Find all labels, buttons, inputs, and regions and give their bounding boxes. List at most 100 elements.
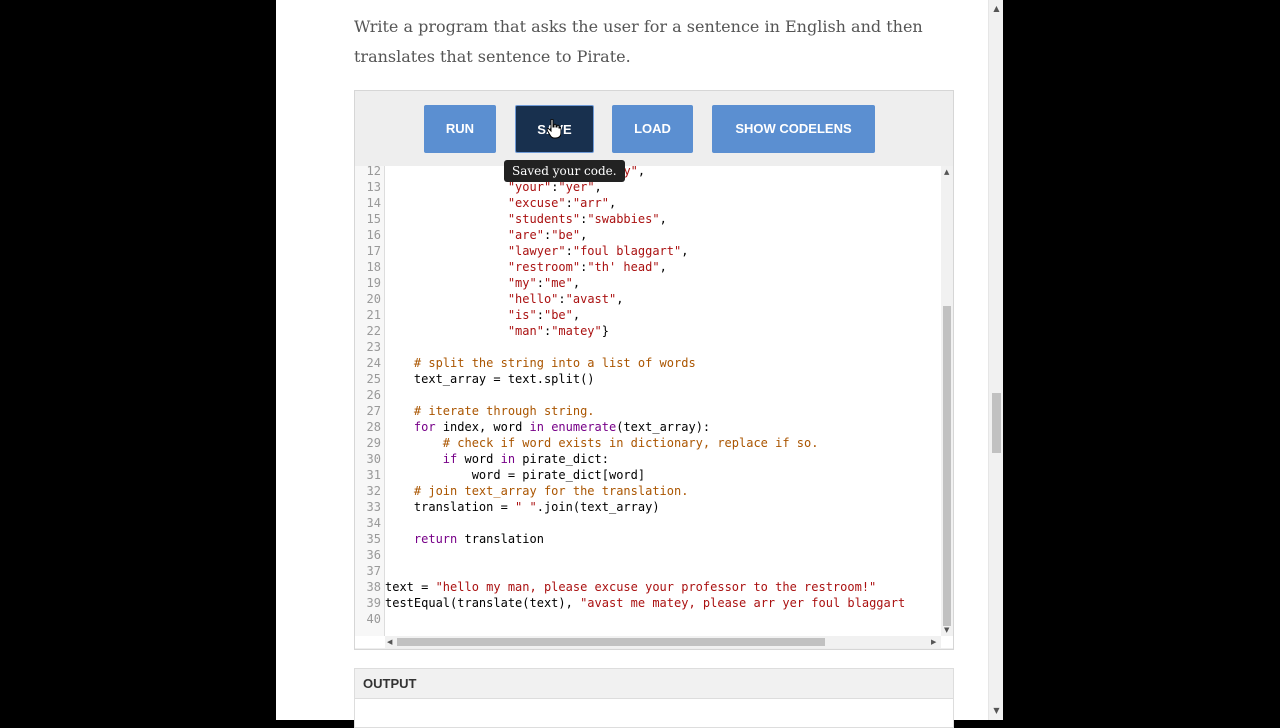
code-line[interactable]: 39 testEqual(translate(text), "avast me m… bbox=[355, 595, 941, 611]
activecode-widget: RUN SAVE LOAD SHOW CODELENS Saved your c… bbox=[354, 90, 954, 650]
code-text: "man":"matey"} bbox=[507, 324, 609, 338]
code-line[interactable]: 31 word = pirate_dict[word] bbox=[355, 467, 941, 483]
page-scroll-thumb[interactable] bbox=[992, 393, 1001, 453]
code-line[interactable]: 36 bbox=[355, 547, 941, 563]
line-number: 28 bbox=[366, 420, 381, 434]
line-number: 25 bbox=[366, 372, 381, 386]
code-line[interactable]: 22 "man":"matey"} bbox=[355, 323, 941, 339]
line-number: 16 bbox=[366, 228, 381, 242]
line-number: 40 bbox=[366, 612, 381, 626]
code-line[interactable]: 26 bbox=[355, 387, 941, 403]
show-codelens-button[interactable]: SHOW CODELENS bbox=[712, 105, 875, 153]
code-line[interactable]: 29 # check if word exists in dictionary,… bbox=[355, 435, 941, 451]
page-scrollbar[interactable]: ▲ ▼ bbox=[988, 0, 1003, 720]
code-line[interactable]: 14 "excuse":"arr", bbox=[355, 195, 941, 211]
line-number: 26 bbox=[366, 388, 381, 402]
horizontal-scroll-thumb[interactable] bbox=[397, 638, 825, 646]
line-number: 29 bbox=[366, 436, 381, 450]
page-scroll-down-icon[interactable]: ▼ bbox=[989, 704, 1004, 718]
output-panel: OUTPUT bbox=[354, 668, 954, 728]
line-number: 18 bbox=[366, 260, 381, 274]
code-line[interactable]: 15 "students":"swabbies", bbox=[355, 211, 941, 227]
code-text: text = "hello my man, please excuse your… bbox=[385, 580, 877, 594]
code-text: word = pirate_dict[word] bbox=[385, 468, 646, 482]
code-text: "students":"swabbies", bbox=[507, 212, 667, 226]
code-line[interactable]: 12 "student":"galley", bbox=[355, 166, 941, 179]
code-text: "excuse":"arr", bbox=[507, 196, 617, 210]
page-scroll-up-icon[interactable]: ▲ bbox=[989, 2, 1004, 16]
code-editor[interactable]: 12 "student":"galley",13 "your":"yer",14… bbox=[355, 166, 953, 648]
line-number: 34 bbox=[366, 516, 381, 530]
line-number: 15 bbox=[366, 212, 381, 226]
editor-vertical-scrollbar[interactable]: ▲ ▼ bbox=[941, 166, 953, 636]
code-text: # check if word exists in dictionary, re… bbox=[442, 436, 819, 450]
code-line[interactable]: 25 text_array = text.split() bbox=[355, 371, 941, 387]
save-tooltip: Saved your code. bbox=[504, 160, 625, 182]
line-number: 21 bbox=[366, 308, 381, 322]
code-text: if word in pirate_dict: bbox=[442, 452, 609, 466]
line-number: 17 bbox=[366, 244, 381, 258]
hand-pointer-icon bbox=[547, 119, 561, 139]
line-number: 32 bbox=[366, 484, 381, 498]
code-line[interactable]: 18 "restroom":"th' head", bbox=[355, 259, 941, 275]
load-button[interactable]: LOAD bbox=[612, 105, 693, 153]
code-text: return translation bbox=[413, 532, 544, 546]
code-text: testEqual(translate(text), "avast me mat… bbox=[385, 596, 906, 610]
code-text: # join text_array for the translation. bbox=[413, 484, 689, 498]
line-number: 31 bbox=[366, 468, 381, 482]
code-text: # split the string into a list of words bbox=[413, 356, 696, 370]
code-text: "are":"be", bbox=[507, 228, 588, 242]
line-number: 20 bbox=[366, 292, 381, 306]
line-number: 22 bbox=[366, 324, 381, 338]
scroll-right-icon[interactable]: ▶ bbox=[931, 638, 936, 646]
run-button[interactable]: RUN bbox=[424, 105, 496, 153]
code-text: "hello":"avast", bbox=[507, 292, 624, 306]
code-text: for index, word in enumerate(text_array)… bbox=[413, 420, 711, 434]
code-text: "is":"be", bbox=[507, 308, 581, 322]
line-number: 37 bbox=[366, 564, 381, 578]
line-number: 35 bbox=[366, 532, 381, 546]
code-line[interactable]: 32 # join text_array for the translation… bbox=[355, 483, 941, 499]
code-text: translation = " ".join(text_array) bbox=[385, 500, 660, 514]
line-number: 33 bbox=[366, 500, 381, 514]
line-number: 36 bbox=[366, 548, 381, 562]
line-number: 24 bbox=[366, 356, 381, 370]
code-line[interactable]: 37 bbox=[355, 563, 941, 579]
line-number: 38 bbox=[366, 580, 381, 594]
code-line[interactable]: 30 if word in pirate_dict: bbox=[355, 451, 941, 467]
code-line[interactable]: 19 "my":"me", bbox=[355, 275, 941, 291]
line-number: 30 bbox=[366, 452, 381, 466]
code-area[interactable]: 12 "student":"galley",13 "your":"yer",14… bbox=[355, 166, 941, 636]
code-line[interactable]: 23 bbox=[355, 339, 941, 355]
code-text: text_array = text.split() bbox=[385, 372, 595, 386]
code-line[interactable]: 34 bbox=[355, 515, 941, 531]
editor-horizontal-scrollbar[interactable]: ◀ ▶ bbox=[385, 636, 941, 648]
line-number: 23 bbox=[366, 340, 381, 354]
code-line[interactable]: 17 "lawyer":"foul blaggart", bbox=[355, 243, 941, 259]
code-line[interactable]: 40 bbox=[355, 611, 941, 627]
code-line[interactable]: 38 text = "hello my man, please excuse yo… bbox=[355, 579, 941, 595]
scroll-up-icon[interactable]: ▲ bbox=[944, 168, 949, 176]
output-header: OUTPUT bbox=[355, 669, 953, 699]
scroll-down-icon[interactable]: ▼ bbox=[944, 626, 949, 634]
vertical-scroll-thumb[interactable] bbox=[943, 306, 951, 626]
code-text: "lawyer":"foul blaggart", bbox=[507, 244, 689, 258]
code-line[interactable]: 27 # iterate through string. bbox=[355, 403, 941, 419]
line-number: 27 bbox=[366, 404, 381, 418]
code-text: "my":"me", bbox=[507, 276, 581, 290]
line-number: 14 bbox=[366, 196, 381, 210]
code-line[interactable]: 20 "hello":"avast", bbox=[355, 291, 941, 307]
line-number: 12 bbox=[366, 166, 381, 178]
scroll-left-icon[interactable]: ◀ bbox=[387, 638, 392, 646]
code-line[interactable]: 13 "your":"yer", bbox=[355, 179, 941, 195]
code-text: # iterate through string. bbox=[413, 404, 595, 418]
code-line[interactable]: 24 # split the string into a list of wor… bbox=[355, 355, 941, 371]
code-text: "restroom":"th' head", bbox=[507, 260, 667, 274]
code-line[interactable]: 35 return translation bbox=[355, 531, 941, 547]
code-line[interactable]: 16 "are":"be", bbox=[355, 227, 941, 243]
code-line[interactable]: 28 for index, word in enumerate(text_arr… bbox=[355, 419, 941, 435]
code-line[interactable]: 33 translation = " ".join(text_array) bbox=[355, 499, 941, 515]
line-number: 39 bbox=[366, 596, 381, 610]
line-number: 19 bbox=[366, 276, 381, 290]
code-line[interactable]: 21 "is":"be", bbox=[355, 307, 941, 323]
